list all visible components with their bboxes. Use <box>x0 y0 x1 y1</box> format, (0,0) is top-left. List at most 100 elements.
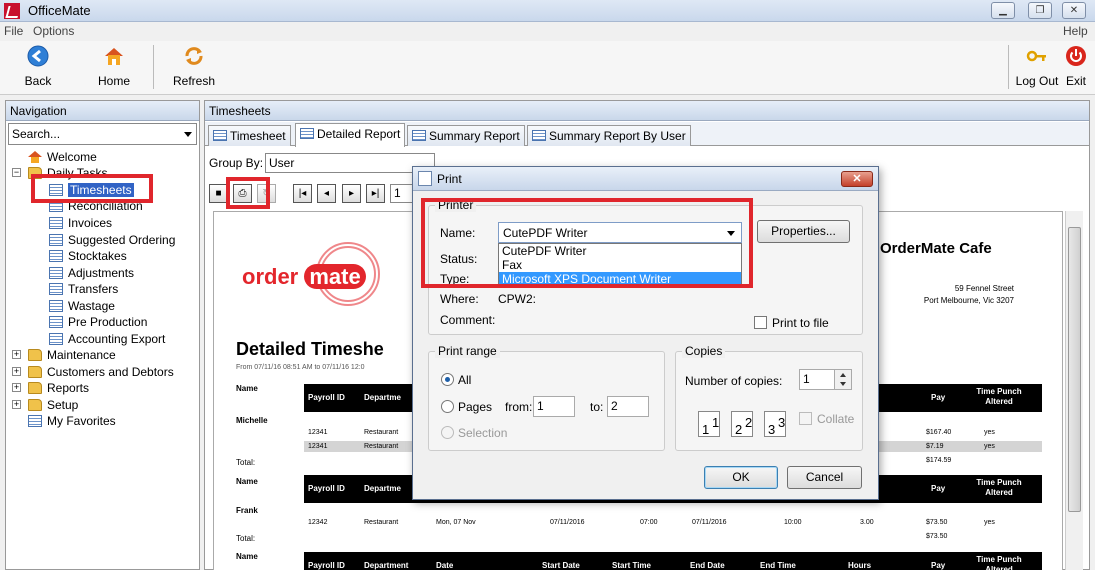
from-page-input[interactable]: 1 <box>533 396 575 417</box>
document-icon <box>213 130 227 141</box>
nav-item-stocktakes[interactable]: Stocktakes <box>49 248 127 264</box>
maximize-button[interactable]: ❐ <box>1028 2 1052 19</box>
tab-summary-report[interactable]: Summary Report <box>407 125 525 146</box>
range-pages-radio[interactable] <box>441 400 454 413</box>
range-selection-radio[interactable] <box>441 426 454 439</box>
collate-page-icon: 22 <box>731 411 753 437</box>
copies-stepper[interactable] <box>834 369 852 390</box>
menu-file[interactable]: File <box>4 24 23 38</box>
group-by-select[interactable]: User <box>265 153 435 173</box>
range-all-radio[interactable] <box>441 373 454 386</box>
home-icon <box>28 151 42 163</box>
close-window-button[interactable]: ✕ <box>1062 2 1086 19</box>
nav-item-suggested-ordering[interactable]: Suggested Ordering <box>49 232 175 248</box>
highlight-printer-select <box>421 198 753 288</box>
expand-icon[interactable]: + <box>12 400 21 409</box>
nav-item-setup[interactable]: Setup <box>28 397 78 413</box>
highlight-timesheets <box>31 174 153 203</box>
nav-search-input[interactable]: Search... <box>8 123 197 145</box>
document-icon <box>412 130 426 141</box>
table-cell: $7.19 <box>926 443 944 450</box>
logout-button[interactable]: Log Out <box>1014 45 1060 88</box>
ok-button[interactable]: OK <box>704 466 778 489</box>
collate-page-icon: 11 <box>698 411 720 437</box>
refresh-icon <box>185 47 203 65</box>
document-icon <box>28 415 42 427</box>
copies-input[interactable]: 1 <box>799 369 835 390</box>
properties-button[interactable]: Properties... <box>757 220 850 243</box>
expand-icon[interactable]: + <box>12 350 21 359</box>
minimize-button[interactable]: ▁ <box>991 2 1015 19</box>
nav-item-wastage[interactable]: Wastage <box>49 298 115 314</box>
chevron-down-icon[interactable] <box>184 132 192 137</box>
table-cell: 12341 <box>308 429 328 436</box>
next-page-icon[interactable]: ▸ <box>342 184 361 203</box>
collate-checkbox[interactable] <box>799 412 812 425</box>
nav-item-favorites[interactable]: My Favorites <box>28 413 116 429</box>
table-cell: 3.00 <box>860 519 874 526</box>
name-label: Name <box>236 477 258 486</box>
navigation-header: Navigation <box>6 101 199 121</box>
table-cell: yes <box>984 443 995 450</box>
range-pages-label: Pages <box>458 400 493 414</box>
nav-item-customers-debtors[interactable]: Customers and Debtors <box>28 364 174 380</box>
cancel-button[interactable]: Cancel <box>787 466 862 489</box>
expand-icon[interactable]: + <box>12 367 21 376</box>
to-label: to: <box>590 400 604 414</box>
table-cell: yes <box>984 519 995 526</box>
nav-item-invoices[interactable]: Invoices <box>49 215 112 231</box>
nav-item-reports[interactable]: Reports <box>28 380 89 396</box>
print-dialog: Print ✕ Printer Name: CutePDF Writer Cut… <box>412 166 879 500</box>
refresh-button[interactable]: Refresh <box>172 45 216 88</box>
home-button[interactable]: Home <box>96 45 132 88</box>
to-page-input[interactable]: 2 <box>607 396 649 417</box>
menu-options[interactable]: Options <box>33 24 74 38</box>
table-cell: 07/11/2016 <box>550 519 585 526</box>
nav-item-adjustments[interactable]: Adjustments <box>49 265 134 281</box>
table-header: Payroll ID Department Date Start Date St… <box>304 552 1042 570</box>
exit-button[interactable]: Exit <box>1063 45 1089 88</box>
print-to-file-label: Print to file <box>772 316 829 330</box>
range-selection-label: Selection <box>458 426 508 440</box>
nav-item-accounting-export[interactable]: Accounting Export <box>49 331 165 347</box>
collate-page-icon: 33 <box>764 411 786 437</box>
menu-help[interactable]: Help <box>1063 24 1088 38</box>
table-cell: $73.50 <box>926 519 948 526</box>
tab-summary-report-by-user[interactable]: Summary Report By User <box>527 125 691 146</box>
employee-name: Frank <box>236 506 258 515</box>
report-scrollbar[interactable] <box>1065 211 1083 570</box>
scrollbar-thumb[interactable] <box>1068 227 1081 512</box>
table-cell: Restaurant <box>364 429 399 436</box>
document-icon <box>49 333 63 345</box>
table-cell: Restaurant <box>364 443 399 450</box>
prev-page-icon[interactable]: ◂ <box>317 184 336 203</box>
folder-icon <box>28 382 42 394</box>
page-number-input[interactable]: 1 <box>390 184 414 203</box>
first-page-icon[interactable]: |◂ <box>293 184 312 203</box>
app-logo-icon <box>4 3 20 19</box>
nav-item-maintenance[interactable]: Maintenance <box>28 347 116 363</box>
window-titlebar: OfficeMate ▁ ❐ ✕ <box>0 0 1095 22</box>
print-to-file-checkbox[interactable] <box>754 316 767 329</box>
address-line-1: 59 Fennel Street <box>954 284 1014 293</box>
tab-detailed-report[interactable]: Detailed Report <box>295 123 406 147</box>
back-arrow-icon <box>27 45 49 67</box>
collapse-icon[interactable]: − <box>12 168 21 177</box>
back-button[interactable]: Back <box>22 45 54 88</box>
nav-item-welcome[interactable]: Welcome <box>28 149 97 165</box>
tab-timesheet[interactable]: Timesheet <box>208 125 291 146</box>
print-dialog-titlebar: Print ✕ <box>413 167 878 191</box>
timesheets-header: Timesheets <box>205 101 1089 121</box>
ordermate-logo: order mate <box>242 264 366 290</box>
table-cell: yes <box>984 429 995 436</box>
report-date-range: From 07/11/16 08:51 AM to 07/11/16 12:0 <box>236 364 365 371</box>
power-icon <box>1066 46 1086 66</box>
toolbar-separator <box>153 45 154 89</box>
table-cell: Mon, 07 Nov <box>436 519 476 526</box>
address-line-2: Port Melbourne, Vic 3207 <box>923 296 1014 305</box>
expand-icon[interactable]: + <box>12 383 21 392</box>
nav-item-transfers[interactable]: Transfers <box>49 281 118 297</box>
last-page-icon[interactable]: ▸| <box>366 184 385 203</box>
close-icon[interactable]: ✕ <box>841 171 873 187</box>
nav-item-pre-production[interactable]: Pre Production <box>49 314 147 330</box>
